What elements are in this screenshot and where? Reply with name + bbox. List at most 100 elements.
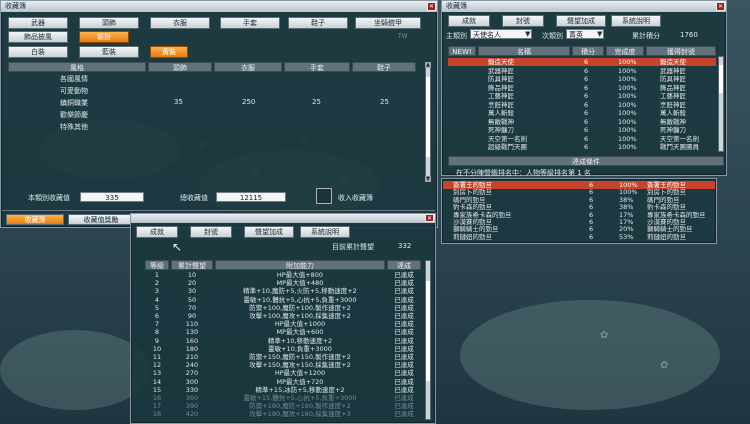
reputation-status: 已達成 <box>394 361 414 370</box>
reputation-bonus: MP最大值+720 <box>276 377 324 386</box>
header-completion: 完成度 <box>606 46 644 56</box>
achievement-name: 武器神匠 <box>488 66 514 75</box>
category-tab-shoes[interactable]: 鞋子 <box>288 17 348 29</box>
table-row[interactable]: 1 10 HP最大值+800 已達成 <box>145 271 422 279</box>
table-row[interactable]: 13 270 HP最大值+1200 已達成 <box>145 369 422 377</box>
reputation-status: 已達成 <box>394 336 414 345</box>
achievement-score: 6 <box>584 126 589 134</box>
tab-system-info[interactable]: 系統說明 <box>611 15 661 27</box>
reputation-status: 已達成 <box>394 369 414 378</box>
collection-scrollbar[interactable] <box>425 62 431 182</box>
category-tab-headwear[interactable]: 頭飾 <box>79 17 139 29</box>
category-tab-weapon[interactable]: 武器 <box>8 17 68 29</box>
table-row[interactable]: 17 390 防禦+180,魔防+180,製作速度+2 已達成 <box>145 402 422 410</box>
table-row[interactable]: 12 240 攻擊+150,魔攻+150,採集速度+2 已達成 <box>145 361 422 369</box>
reputation-required: 360 <box>185 394 199 402</box>
category-tab-accessory-cape[interactable]: 飾品披風 <box>8 31 68 43</box>
tab-reputation-bonus[interactable]: 聲望加成 <box>244 226 294 238</box>
table-row[interactable]: 18 420 攻擊+180,魔攻+180,採集速度+3 已達成 <box>145 410 422 418</box>
reputation-required: 110 <box>185 320 199 329</box>
table-row[interactable]: 飾品神匠 6 100% 飾品神匠 <box>448 84 716 92</box>
tab-title[interactable]: 封號 <box>190 226 232 238</box>
achievement-title: 戰鬥天團團員 <box>660 143 699 151</box>
condition-text: 在不分陣營鍛排名中：人物等級排名第 1 名 <box>456 169 591 177</box>
achievement-title: 飾品神匠 <box>660 83 686 92</box>
table-row[interactable]: 工藝神匠 6 100% 工藝神匠 <box>448 92 716 100</box>
table-row[interactable]: 7 110 HP最大值+1000 已達成 <box>145 320 422 328</box>
tab-collection-rewards[interactable]: 收藏值獎勵 <box>68 214 134 225</box>
main-category-select[interactable]: 天使名人 <box>470 29 532 39</box>
close-icon[interactable]: ✕ <box>716 2 725 11</box>
style-item[interactable]: 可愛動物 <box>60 86 88 96</box>
table-row[interactable]: 14 300 MP最大值+720 已達成 <box>145 378 422 386</box>
table-row[interactable]: 6 90 攻擊+100,魔攻+100,採集速度+2 已達成 <box>145 312 422 320</box>
reputation-bonus: MP最大值+480 <box>276 279 324 288</box>
table-row[interactable]: 超級戰鬥天團 6 100% 戰鬥天團團員 <box>448 143 716 151</box>
table-row[interactable]: 4 50 靈敏+10,體抗+5,心抗+5,負重+3000 已達成 <box>145 296 422 304</box>
close-icon[interactable]: ✕ <box>425 214 434 222</box>
style-item[interactable]: 鎮銅職業 <box>60 98 88 108</box>
tab-system-info[interactable]: 系統說明 <box>300 226 350 238</box>
table-row[interactable]: 防具神匠 6 100% 防具神匠 <box>448 75 716 83</box>
reputation-scrollbar[interactable] <box>425 260 431 420</box>
table-row[interactable]: 鍛造天使 6 100% 鍛造天使 <box>448 58 716 66</box>
table-row[interactable]: 11 210 防禦+150,魔防+150,製作速度+2 已達成 <box>145 353 422 361</box>
table-row[interactable]: 16 360 靈敏+15,體抗+5,心抗+5,負重+3000 已達成 <box>145 394 422 402</box>
sub-tab-white[interactable]: 白裝 <box>8 46 68 58</box>
scroll-up-icon[interactable]: ▲ <box>425 62 431 68</box>
reputation-window-titlebar[interactable]: ✕ <box>131 214 435 223</box>
table-row[interactable]: 10 180 靈敏+10,負重+3000 已達成 <box>145 345 422 353</box>
tab-reputation-bonus[interactable]: 聲望加成 <box>556 15 606 27</box>
category-tab-clothes[interactable]: 衣服 <box>150 17 210 29</box>
table-row[interactable]: 3 30 精準+10,魔防+5,火防+5,移動速度+2 已達成 <box>145 287 422 295</box>
category-tab-gloves[interactable]: 手套 <box>220 17 280 29</box>
achievement-completion: 100% <box>618 66 637 75</box>
achievement-window-titlebar[interactable]: 收藏簿 ✕ <box>442 1 726 12</box>
tab-achievement[interactable]: 成就 <box>448 15 490 27</box>
table-row[interactable]: 5 70 防禦+100,魔防+100,製作速度+2 已達成 <box>145 304 422 312</box>
sub-tab-yellow[interactable]: 黃裝 <box>150 46 188 58</box>
table-row[interactable]: 天空第一名劍 6 100% 天空第一名劍 <box>448 135 716 143</box>
sub-tab-blue[interactable]: 藍裝 <box>79 46 139 58</box>
category-tab-costume[interactable]: 裝扮 <box>79 31 129 43</box>
table-row[interactable]: 莉鏈妞的勁旦 6 53% 莉鏈妞的勁旦 <box>443 233 715 241</box>
category-tab-mount-armor[interactable]: 坐騎鎧甲 <box>355 17 421 29</box>
tab-title[interactable]: 封號 <box>502 15 544 27</box>
achievement-score: 6 <box>584 117 589 126</box>
close-icon[interactable]: ✕ <box>427 2 436 11</box>
achievement-title: 工藝神匠 <box>660 92 686 100</box>
reputation-bonus: HP最大值+800 <box>276 271 324 279</box>
chevron-down-icon[interactable]: ▼ <box>597 30 602 38</box>
table-row[interactable]: 8 130 MP最大值+600 已達成 <box>145 328 422 336</box>
reputation-status: 已達成 <box>394 377 414 386</box>
achievement-title: 死神鐮刀 <box>660 126 686 134</box>
achievement-scrollbar[interactable] <box>718 56 724 152</box>
table-row[interactable]: 15 330 精準+15,冰防+5,移動速度+2 已達成 <box>145 386 422 394</box>
reputation-required: 70 <box>187 303 197 312</box>
tab-achievement[interactable]: 成就 <box>136 226 178 238</box>
table-row[interactable]: 9 160 精準+10,移動速度+2 已達成 <box>145 337 422 345</box>
table-row[interactable]: 2 20 MP最大值+480 已達成 <box>145 279 422 287</box>
achievement-completion: 100% <box>618 75 637 83</box>
reputation-status: 已達成 <box>394 320 414 329</box>
table-row[interactable]: 烹飪神匠 6 100% 烹飪神匠 <box>448 101 716 109</box>
table-row[interactable]: 萬人斬殺 6 100% 萬人斬殺 <box>448 109 716 117</box>
chevron-down-icon[interactable]: ▼ <box>525 30 530 38</box>
style-item[interactable]: 各國風情 <box>60 74 88 84</box>
collection-window-titlebar[interactable]: 收藏簿 ✕ <box>1 1 437 12</box>
table-row[interactable]: 死神鐮刀 6 100% 死神鐮刀 <box>448 126 716 134</box>
table-row[interactable]: 無敵戰神 6 100% 無敵戰神 <box>448 118 716 126</box>
achievement-name: 死神鐮刀 <box>488 126 514 134</box>
achievement-title: 莉鏈妞的勁旦 <box>647 232 686 241</box>
reputation-status: 已達成 <box>394 353 414 361</box>
header-score: 積分 <box>572 46 604 56</box>
style-item[interactable]: 歡樂節慶 <box>60 110 88 120</box>
style-item[interactable]: 特殊其他 <box>60 122 88 132</box>
tab-collection-book[interactable]: 收藏簿 <box>6 214 64 225</box>
sub-category-label: 次類別 <box>542 32 563 40</box>
scroll-down-icon[interactable]: ▼ <box>425 176 431 182</box>
collect-slot-icon[interactable] <box>316 188 332 204</box>
achievement-completion: 100% <box>618 83 637 92</box>
collect-into-book-label[interactable]: 收入收藏簿 <box>338 193 373 203</box>
table-row[interactable]: 武器神匠 6 100% 武器神匠 <box>448 67 716 75</box>
